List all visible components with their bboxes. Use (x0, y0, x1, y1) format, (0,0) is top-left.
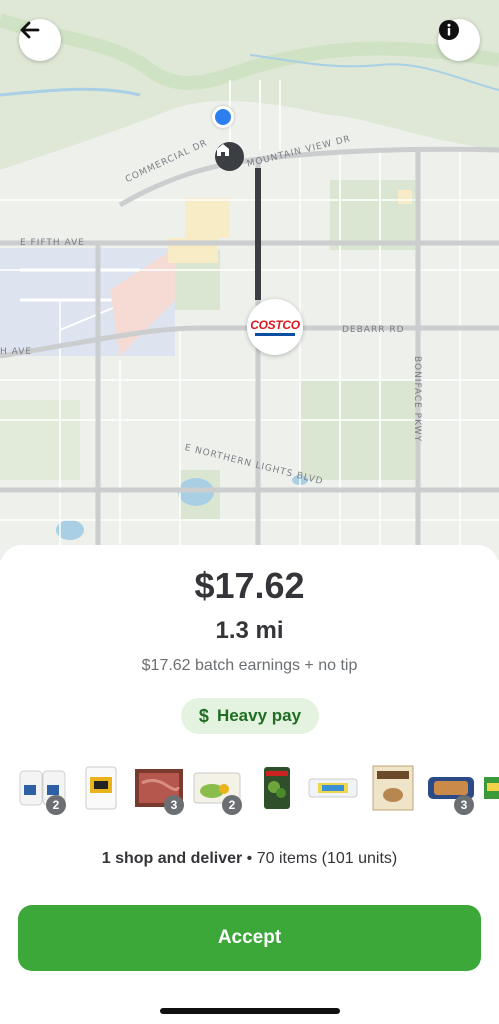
info-button[interactable] (438, 19, 480, 61)
heavy-pay-badge: $ Heavy pay (181, 698, 319, 734)
offer-price: $17.62 (194, 565, 305, 606)
item-green-product[interactable] (484, 763, 499, 813)
item-thumbnails[interactable]: 2 3 2 3 (0, 763, 499, 817)
item-salad-kit[interactable]: 2 (192, 763, 242, 815)
item-eggs-carton[interactable] (308, 763, 358, 813)
street-label-partial-ave: H AVE (0, 347, 33, 357)
item-flour-bag[interactable] (76, 763, 126, 813)
home-indicator[interactable] (160, 1008, 340, 1014)
arrow-left-icon (20, 21, 40, 39)
offer-sheet: $17.62 1.3 mi $17.62 batch earnings + no… (0, 545, 499, 1024)
back-button[interactable] (19, 19, 61, 61)
dollar-icon: $ (198, 705, 209, 726)
item-almond-snack[interactable] (368, 763, 418, 813)
item-qty-badge: 3 (164, 795, 184, 815)
item-qty-badge: 3 (454, 795, 474, 815)
map-background (0, 0, 499, 560)
batch-item-count: • 70 items (101 units) (242, 850, 398, 867)
street-label-fifth-ave: E FIFTH AVE (20, 238, 85, 248)
item-ground-beef[interactable]: 3 (134, 763, 184, 815)
earnings-note: $17.62 batch earnings + no tip (141, 657, 358, 674)
heavy-pay-label: Heavy pay (216, 706, 302, 725)
batch-summary: 1 shop and deliver • 70 items (101 units… (0, 850, 499, 868)
offer-distance: 1.3 mi (215, 617, 284, 644)
item-spinach-bag[interactable] (252, 763, 302, 813)
street-label-debarr: DEBARR RD (342, 325, 405, 335)
store-logo-bar (255, 333, 295, 336)
map-view[interactable]: COMMERCIAL DR MOUNTAIN VIEW DR E FIFTH A… (0, 0, 499, 560)
item-milk-jugs[interactable]: 2 (18, 763, 68, 815)
street-label-boniface: BONIFACE PKWY (412, 356, 422, 443)
item-qty-badge: 2 (46, 795, 66, 815)
batch-type: 1 shop and deliver (101, 850, 243, 867)
info-icon (439, 20, 459, 40)
item-qty-badge: 2 (222, 795, 242, 815)
current-location-dot (212, 106, 234, 128)
item-bread-loaf[interactable]: 3 (426, 763, 476, 815)
home-icon (215, 142, 244, 171)
store-logo: COSTCO (250, 318, 300, 332)
accept-button[interactable]: Accept (18, 905, 481, 971)
store-pin[interactable]: COSTCO (247, 299, 303, 355)
